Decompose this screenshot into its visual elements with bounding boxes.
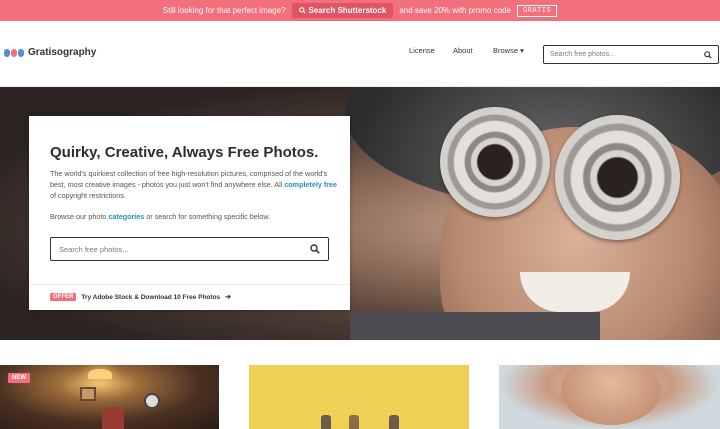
new-badge: NEW [8,373,30,383]
offer-badge: OFFER [50,293,77,301]
hero-search-input[interactable]: Search free photos... [50,237,329,261]
promo-code: GRATIS [516,4,558,17]
photo-thumbnail-1[interactable]: NEW [0,365,219,429]
categories-link[interactable]: categories [108,212,144,221]
card-divider [29,284,350,285]
site-header: Gratisography License About Browse ▾ Sea… [0,21,720,87]
completely-free-link[interactable]: completely free [284,180,337,189]
lamp-shape [88,369,112,379]
search-icon[interactable] [310,244,320,254]
photo-thumbnail-3[interactable] [499,365,720,429]
promo-text: Still looking for that perfect image? [162,6,286,15]
figure-shape [349,415,359,429]
hero-search-placeholder: Search free photos... [59,244,129,254]
browse-text: Browse our photo categories or search fo… [50,212,270,221]
hero-description: The world's quirkiest collection of free… [50,168,340,201]
figure-shape [321,415,331,429]
search-shutterstock-label: Search Shutterstock [308,6,387,15]
browse-before: Browse our photo [50,212,107,221]
hero-title: Quirky, Creative, Always Free Photos. [50,144,319,161]
promo-text-after: and save 20% with promo code [399,6,511,15]
browse-after: or search for something specific below. [146,212,271,221]
nav-browse[interactable]: Browse ▾ [493,46,524,55]
offer-text: Try Adobe Stock & Download 10 Free Photo… [81,293,221,301]
nav-browse-label: Browse [493,45,519,55]
logo-icon [4,48,24,57]
hero-description-end: of copyright restrictions. [50,191,126,200]
goggle-right [555,115,680,240]
photo-thumbnail-2[interactable] [249,365,469,429]
person-shape [102,407,124,429]
search-shutterstock-button[interactable]: Search Shutterstock [291,3,394,18]
nav-about[interactable]: About [453,46,473,55]
promo-bar: Still looking for that perfect image? Se… [0,0,720,21]
chevron-down-icon: ▾ [520,45,524,55]
face-shape [561,365,661,425]
offer-link[interactable]: OFFER Try Adobe Stock & Download 10 Free… [50,293,231,301]
header-search-placeholder: Search free photos... [550,51,615,58]
picture-frame-shape [80,387,96,401]
search-icon [298,7,306,14]
hero-card: Quirky, Creative, Always Free Photos. Th… [29,116,350,310]
figure-shape [389,415,399,429]
search-icon[interactable] [704,50,712,59]
shirt-shape [350,312,600,340]
logo[interactable]: Gratisography [4,47,96,58]
clock-shape [144,393,160,409]
logo-text: Gratisography [28,47,97,58]
arrow-right-icon: ➔ [225,294,232,301]
goggle-left [440,107,550,217]
header-search-input[interactable]: Search free photos... [543,45,719,64]
nav-license[interactable]: License [409,46,435,55]
